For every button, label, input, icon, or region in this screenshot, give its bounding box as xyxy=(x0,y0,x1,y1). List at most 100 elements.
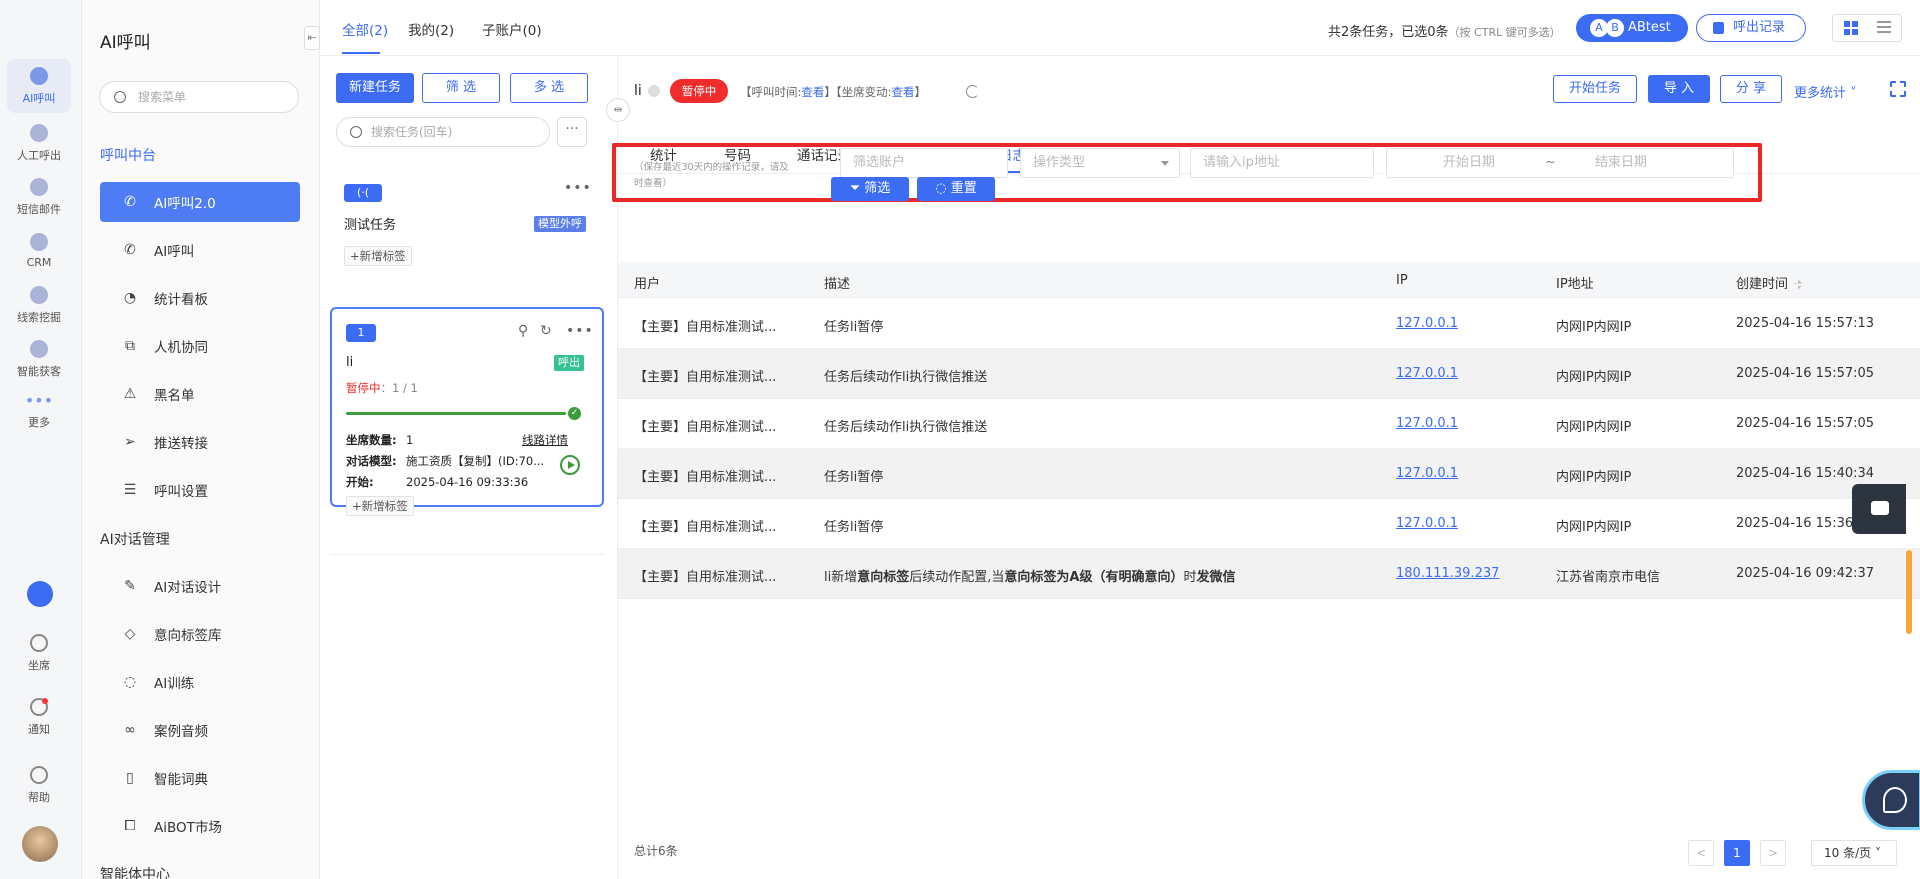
menu-item-ai-call[interactable]: ✆ AI呼叫 xyxy=(100,230,300,270)
menu-item-aibot-market[interactable]: ⧠ AiBOT市场 xyxy=(100,806,300,846)
prev-page-button[interactable]: < xyxy=(1688,840,1714,866)
menu-item-intent-tags[interactable]: ◇ 意向标签库 xyxy=(100,614,300,654)
rail-seat[interactable]: 坐席 xyxy=(7,626,71,680)
ip-filter-input[interactable]: 请输入ip地址 xyxy=(1190,148,1374,178)
menu-search-input[interactable]: 搜索菜单 xyxy=(99,81,299,113)
brand-logo-icon[interactable] xyxy=(27,581,53,607)
task-card-li[interactable]: 1 ⚲ ↻ ••• li 呼出 暂停中：1 / 1 ✓ 坐席数量: 1 线路详情 … xyxy=(330,307,604,516)
menu-item-blacklist[interactable]: ⚠ 黑名单 xyxy=(100,374,300,414)
cell-created-time: 2025-04-16 15:57:13 xyxy=(1736,316,1875,331)
rail-label: 智能获客 xyxy=(17,364,61,378)
rail-more[interactable]: ••• 更多 xyxy=(7,386,71,440)
app-root: AI呼叫 人工呼出 短信邮件 CRM 线索挖掘 智能获客 ••• 更多 坐席 通知… xyxy=(0,0,1920,879)
menu-item-label: 推送转接 xyxy=(154,436,208,452)
customer-service-icon[interactable] xyxy=(1862,770,1920,830)
cell-ip-link[interactable]: 180.111.39.237 xyxy=(1396,566,1546,581)
more-dots-icon[interactable]: ••• xyxy=(566,323,594,339)
rail-leads[interactable]: 线索挖掘 xyxy=(7,278,71,332)
new-task-button[interactable]: 新建任务 xyxy=(336,73,414,103)
cell-user: 【主要】自用标准测试... xyxy=(634,570,777,585)
acquire-icon xyxy=(30,339,48,358)
account-filter-input[interactable]: 筛选账户 xyxy=(840,148,1008,178)
model-row: 对话模型: 施工资质【复制】(ID:70... xyxy=(346,453,544,469)
list-view-icon[interactable] xyxy=(1877,21,1891,35)
pie-chart-icon: ◔ xyxy=(123,290,137,306)
main-content: li 暂停中 【呼叫时间:查看】【坐席变动:查看】 开始任务 导 入 分 享 更… xyxy=(612,56,1920,879)
rail-label: AI呼叫 xyxy=(22,91,56,105)
play-icon[interactable] xyxy=(560,455,580,475)
cell-ip-link[interactable]: 127.0.0.1 xyxy=(1396,416,1546,431)
fullscreen-icon[interactable] xyxy=(1890,81,1906,97)
rail-sms-mail[interactable]: 短信邮件 xyxy=(7,170,71,224)
menu-item-call-settings[interactable]: ☰ 呼叫设置 xyxy=(100,470,300,510)
task-search-input[interactable]: 搜索任务(回车) xyxy=(336,117,550,147)
share-button[interactable]: 分 享 xyxy=(1720,75,1782,103)
rail-help[interactable]: 帮助 xyxy=(7,758,71,812)
apply-filter-button[interactable]: ⏷ 筛选 xyxy=(831,177,909,201)
seat-change-view-link[interactable]: 查看 xyxy=(892,85,915,99)
chat-widget-icon[interactable] xyxy=(1852,484,1906,534)
avatar[interactable] xyxy=(22,826,58,862)
book-icon: ▯ xyxy=(126,770,134,786)
tag-icon: ◇ xyxy=(124,626,136,642)
tab-mine[interactable]: 我的(2) xyxy=(408,19,454,39)
cell-ip-link[interactable]: 127.0.0.1 xyxy=(1396,366,1546,381)
select-placeholder: 操作类型 xyxy=(1033,155,1086,170)
line-detail-link[interactable]: 线路详情 xyxy=(522,432,568,448)
call-time-view-link[interactable]: 查看 xyxy=(801,85,824,99)
rail-manual-call[interactable]: 人工呼出 xyxy=(7,116,71,170)
grid-view-icon[interactable] xyxy=(1844,21,1858,35)
cell-ip-link[interactable]: 127.0.0.1 xyxy=(1396,316,1546,331)
user-account-button[interactable]: A B ABtest xyxy=(1576,14,1688,42)
cell-ip-address: 内网IP内网IP xyxy=(1556,520,1632,535)
filter-tasks-button[interactable]: 筛 选 xyxy=(422,73,500,103)
op-type-select[interactable]: 操作类型 xyxy=(1020,148,1180,178)
import-button[interactable]: 导 入 xyxy=(1648,75,1710,103)
task-status: 暂停中 xyxy=(346,381,381,395)
collapse-menu-icon[interactable]: ⇤ xyxy=(304,26,320,50)
tab-sub-accounts[interactable]: 子账户(0) xyxy=(482,19,542,39)
rail-smart-acquire[interactable]: 智能获客 xyxy=(7,332,71,386)
cell-ip-link[interactable]: 127.0.0.1 xyxy=(1396,516,1546,531)
date-range-picker[interactable]: 开始日期 ~ 结束日期 xyxy=(1386,148,1734,178)
menu-item-case-audio[interactable]: ∞ 案例音频 xyxy=(100,710,300,750)
refresh-icon[interactable]: ↻ xyxy=(540,323,552,339)
reset-filter-button[interactable]: ◌ 重置 xyxy=(917,177,995,201)
refresh-icon[interactable] xyxy=(966,85,979,98)
rail-crm[interactable]: CRM xyxy=(7,224,71,278)
more-options-button[interactable]: ··· xyxy=(557,117,587,147)
pin-icon[interactable]: ⚲ xyxy=(518,323,528,339)
desc-part: 意向标签为A级（有明确意向） xyxy=(1004,570,1184,585)
scrollbar[interactable] xyxy=(1906,550,1912,634)
multi-select-button[interactable]: 多 选 xyxy=(510,73,588,103)
menu-item-push-transfer[interactable]: ➢ 推送转接 xyxy=(100,422,300,462)
sort-icon[interactable] xyxy=(1794,279,1803,290)
col-created-time[interactable]: 创建时间 xyxy=(1736,273,1803,292)
menu-item-dashboard[interactable]: ◔ 统计看板 xyxy=(100,278,300,318)
page-size-select[interactable]: 10 条/页 ˅ xyxy=(1811,840,1897,866)
more-dots-icon[interactable]: ••• xyxy=(564,180,592,196)
page-1-button[interactable]: 1 xyxy=(1724,840,1750,866)
start-task-button[interactable]: 开始任务 xyxy=(1553,75,1637,103)
menu-item-human-machine[interactable]: ⧉ 人机协同 xyxy=(100,326,300,366)
rail-ai-call[interactable]: AI呼叫 xyxy=(7,59,71,113)
more-stats-dropdown[interactable]: 更多统计 ˅ xyxy=(1794,82,1857,101)
menu-item-ai-training[interactable]: ◌ AI训练 xyxy=(100,662,300,702)
next-page-button[interactable]: > xyxy=(1760,840,1786,866)
rail-notify[interactable]: 通知 xyxy=(7,690,71,744)
menu-item-label: 黑名单 xyxy=(154,388,195,404)
menu-item-smart-dict[interactable]: ▯ 智能词典 xyxy=(100,758,300,798)
add-tag-button[interactable]: +新增标签 xyxy=(344,246,412,266)
callout-records-button[interactable]: 呼出记录 xyxy=(1696,14,1806,42)
menu-item-ai-call-2[interactable]: ✆ AI呼叫2.0 xyxy=(100,182,300,222)
button-label: 筛选 xyxy=(864,181,891,196)
cell-description: 任务li暂停 xyxy=(824,520,884,535)
cell-ip-link[interactable]: 127.0.0.1 xyxy=(1396,466,1546,481)
menu-item-label: 统计看板 xyxy=(154,292,208,308)
add-tag-button[interactable]: +新增标签 xyxy=(346,496,414,516)
task-tag: 模型外呼 xyxy=(534,216,586,232)
menu-item-ai-dialog-design[interactable]: ✎ AI对话设计 xyxy=(100,566,300,606)
task-progress-bar xyxy=(346,412,566,415)
tab-all[interactable]: 全部(2) xyxy=(342,19,388,39)
divider xyxy=(330,554,604,555)
